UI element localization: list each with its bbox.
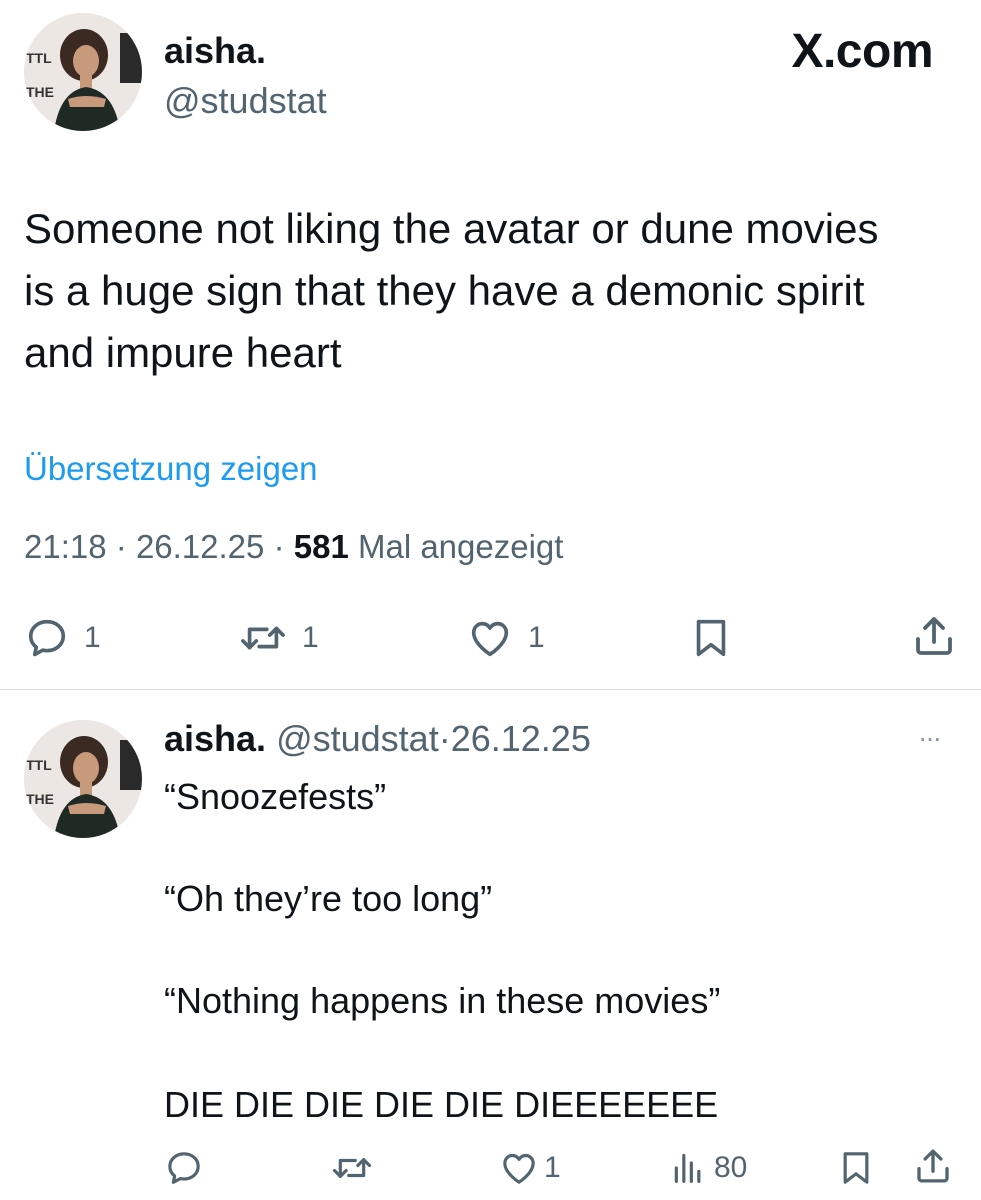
- like-count: 1: [528, 621, 545, 654]
- reply-views-count: 80: [714, 1151, 748, 1184]
- share-icon: [916, 617, 952, 655]
- bookmark-icon: [696, 619, 726, 657]
- reply-reply-button[interactable]: [164, 1147, 204, 1189]
- reply-count: 1: [84, 621, 101, 654]
- reply-views-button[interactable]: 80: [668, 1147, 747, 1189]
- reply-handle[interactable]: @studstat: [276, 718, 439, 759]
- bookmark-icon: [843, 1152, 869, 1184]
- meta-separator: ·: [273, 528, 285, 565]
- avatar[interactable]: TTL THE: [24, 13, 142, 131]
- bookmark-button[interactable]: [688, 614, 734, 662]
- author-display-name[interactable]: aisha.: [164, 30, 266, 72]
- avatar-image: TTL THE: [24, 13, 142, 131]
- tweet-time[interactable]: 21:18: [24, 528, 107, 565]
- svg-text:TTL: TTL: [26, 757, 52, 773]
- reply-text-line: “Snoozefests”: [164, 776, 387, 817]
- tweet-text: Someone not liking the avatar or dune mo…: [24, 198, 879, 384]
- reply-date[interactable]: 26.12.25: [451, 718, 591, 759]
- reply-like-count: 1: [544, 1151, 561, 1184]
- retweet-button[interactable]: 1: [238, 614, 319, 662]
- reply-button[interactable]: 1: [24, 614, 101, 662]
- divider: [0, 689, 981, 690]
- more-options-button[interactable]: ···: [918, 722, 942, 754]
- like-button[interactable]: 1: [466, 614, 545, 662]
- tweet-text-line: Someone not liking the avatar or dune mo…: [24, 205, 879, 252]
- tweet-meta: 21:18 · 26.12.25 · 581 Mal angezeigt: [24, 528, 563, 566]
- show-translation-link[interactable]: Übersetzung zeigen: [24, 450, 318, 488]
- tweet-date[interactable]: 26.12.25: [136, 528, 264, 565]
- share-icon: [917, 1149, 949, 1183]
- reply-text-line: “Oh they’re too long”: [164, 878, 493, 919]
- retweet-count: 1: [302, 621, 319, 654]
- meta-separator: ·: [438, 718, 451, 759]
- heart-icon: [503, 1153, 535, 1184]
- reply-bookmark-button[interactable]: [836, 1147, 876, 1189]
- retweet-icon: [241, 626, 285, 650]
- reply-avatar[interactable]: TTL THE: [24, 720, 142, 838]
- reply-display-name[interactable]: aisha.: [164, 718, 266, 759]
- svg-text:THE: THE: [26, 791, 54, 807]
- reply-like-button[interactable]: 1: [498, 1147, 561, 1189]
- reply-header: aisha. @studstat·26.12.25: [164, 718, 591, 760]
- tweet-text-line: and impure heart: [24, 329, 342, 376]
- svg-text:THE: THE: [26, 84, 54, 100]
- reply-icon: [28, 619, 66, 657]
- reply-retweet-button[interactable]: [330, 1147, 374, 1189]
- reply-text-line: DIE DIE DIE DIE DIE DIEEEEEEE: [164, 1084, 719, 1125]
- retweet-icon: [332, 1158, 372, 1178]
- reply-icon: [168, 1152, 200, 1184]
- reply-text-line: “Nothing happens in these movies”: [164, 980, 721, 1021]
- heart-icon: [471, 621, 509, 657]
- views-count: 581: [293, 528, 349, 565]
- analytics-icon: [674, 1153, 701, 1183]
- reply-share-button[interactable]: [912, 1145, 954, 1187]
- share-button[interactable]: [910, 612, 958, 660]
- meta-separator: ·: [115, 528, 127, 565]
- x-logo: X.com: [791, 25, 933, 78]
- svg-text:TTL: TTL: [26, 50, 52, 66]
- author-handle[interactable]: @studstat: [164, 80, 327, 122]
- tweet-text-line: is a huge sign that they have a demonic …: [24, 267, 865, 314]
- views-label: Mal angezeigt: [357, 528, 564, 565]
- avatar-image: TTL THE: [24, 720, 142, 838]
